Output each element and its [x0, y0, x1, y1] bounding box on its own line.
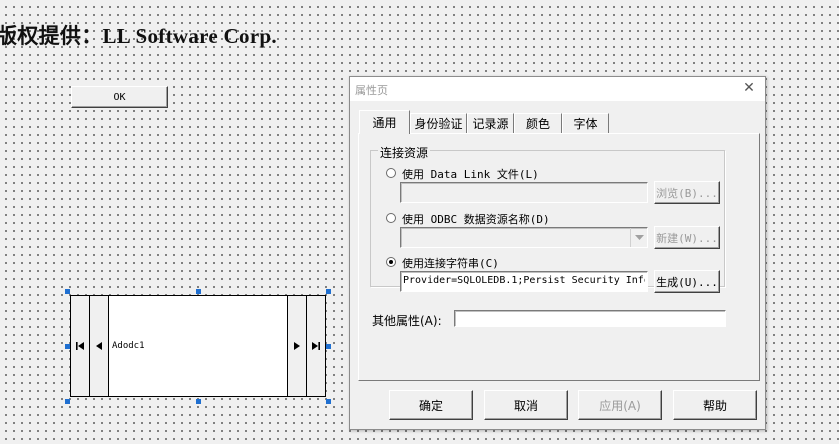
prev-record-icon — [96, 342, 102, 350]
browse-button[interactable]: 浏览(B)... — [654, 181, 720, 204]
dialog-titlebar[interactable]: 属性页 ✕ — [350, 77, 765, 101]
other-properties-field[interactable] — [454, 310, 726, 327]
selection-handle[interactable] — [326, 399, 331, 404]
next-record-icon — [294, 342, 300, 350]
next-record-button[interactable] — [287, 296, 306, 396]
connection-string-value: Provider=SQLOLEDB.1;Persist Security Inf… — [403, 275, 645, 286]
cancel-button[interactable]: 取消 — [484, 390, 568, 420]
data-link-field — [400, 182, 648, 203]
help-button[interactable]: 帮助 — [673, 390, 757, 420]
selection-handle[interactable] — [196, 399, 201, 404]
selection-handle[interactable] — [65, 289, 70, 294]
first-record-button[interactable] — [71, 296, 90, 396]
tab-font[interactable]: 字体 — [562, 113, 609, 133]
odbc-label: 使用 ODBC 数据资源名称(D) — [402, 213, 550, 226]
selection-handle[interactable] — [196, 289, 201, 294]
last-record-icon — [312, 342, 320, 350]
copyright-heading: 版权提供：LL Software Corp. — [0, 24, 277, 48]
connection-source-label: 连接资源 — [378, 144, 431, 161]
odbc-radio[interactable] — [386, 213, 396, 223]
ok-button[interactable]: 确定 — [389, 390, 473, 420]
tab-record-source[interactable]: 记录源 — [467, 113, 514, 133]
odbc-dropdown — [400, 227, 648, 248]
connection-string-field[interactable]: Provider=SQLOLEDB.1;Persist Security Inf… — [400, 271, 648, 292]
form-ok-button[interactable]: OK — [71, 86, 168, 108]
last-record-button[interactable] — [306, 296, 325, 396]
property-page-dialog: 属性页 ✕ 通用 身份验证 记录源 颜色 字体 连接资源 使用 Data Lin… — [349, 76, 766, 430]
connection-string-radio[interactable] — [386, 257, 396, 267]
tab-authentication[interactable]: 身份验证 — [410, 113, 467, 133]
first-record-icon — [76, 342, 84, 350]
selection-handle[interactable] — [65, 399, 70, 404]
other-properties-label: 其他属性(A): — [372, 314, 442, 328]
data-link-radio[interactable] — [386, 168, 396, 178]
tab-general[interactable]: 通用 — [359, 110, 410, 134]
selection-handle[interactable] — [326, 344, 331, 349]
apply-button[interactable]: 应用(A) — [578, 390, 662, 420]
data-link-label: 使用 Data Link 文件(L) — [402, 168, 539, 181]
tab-color[interactable]: 颜色 — [514, 113, 562, 133]
new-button[interactable]: 新建(W)... — [654, 226, 720, 249]
ado-caption: Adodc1 — [112, 341, 145, 351]
selection-handle[interactable] — [326, 289, 331, 294]
prev-record-button[interactable] — [90, 296, 109, 396]
connection-string-label: 使用连接字符串(C) — [402, 257, 499, 270]
ado-data-control[interactable]: Adodc1 — [70, 295, 326, 397]
dialog-title: 属性页 — [355, 84, 388, 97]
close-icon[interactable]: ✕ — [742, 80, 756, 96]
dropdown-arrow-icon — [630, 228, 647, 247]
build-button[interactable]: 生成(U)... — [654, 270, 720, 293]
